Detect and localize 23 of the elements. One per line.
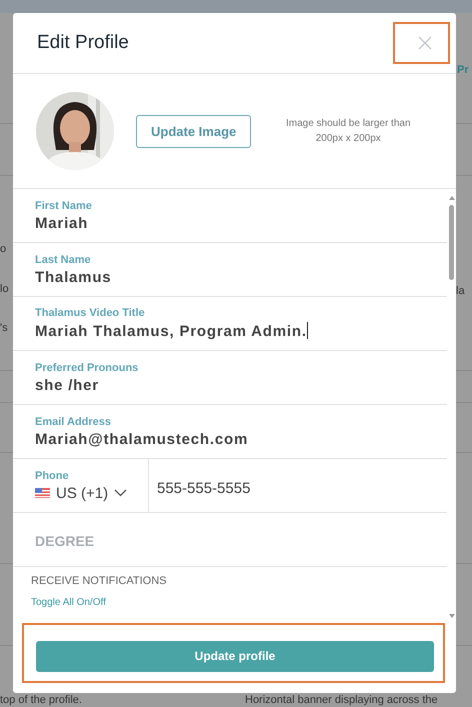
chevron-down-icon — [114, 489, 128, 497]
close-icon[interactable] — [418, 36, 432, 50]
background-text: Pr — [457, 64, 469, 76]
section-heading: RECEIVE NOTIFICATIONS — [31, 575, 168, 587]
background-text: 's — [0, 322, 8, 334]
phone-field[interactable]: 555-555-5555 — [149, 459, 250, 512]
form-field[interactable]: First Name Mariah — [13, 189, 447, 243]
flag-icon — [35, 488, 50, 498]
background-text: lo — [0, 283, 9, 295]
country-select[interactable]: Phone US (+1) — [13, 459, 149, 512]
dialog-title: Edit Profile — [37, 32, 129, 54]
background-text: Horizontal banner displaying across the — [245, 694, 438, 706]
image-size-hint: Image should be larger than 200px x 200px — [284, 117, 412, 146]
form-field[interactable]: Thalamus Video Title Mariah Thalamus, Program Admin. — [13, 297, 447, 351]
highlight-frame — [393, 22, 450, 64]
background-text: o — [0, 243, 6, 255]
scroll-down-icon[interactable] — [448, 613, 456, 619]
scroll-up-icon[interactable] — [448, 195, 456, 201]
form-field[interactable]: Preferred Pronouns she /her — [13, 351, 447, 405]
form-field[interactable]: Email Address Mariah@thalamustech.com — [13, 405, 447, 459]
background-text: top of the profile. — [0, 694, 82, 706]
form-field[interactable]: Last Name Thalamus — [13, 243, 447, 297]
background-text: la — [456, 285, 465, 297]
